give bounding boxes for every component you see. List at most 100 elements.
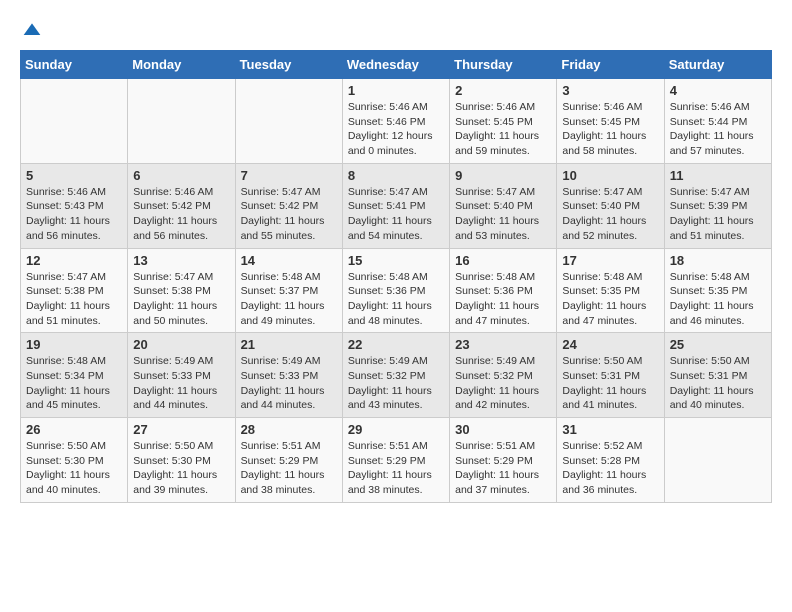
calendar-week-row: 19 Sunrise: 5:48 AM Sunset: 5:34 PM Dayli…: [21, 333, 772, 418]
day-number: 6: [133, 168, 229, 183]
day-number: 5: [26, 168, 122, 183]
calendar-week-row: 12 Sunrise: 5:47 AM Sunset: 5:38 PM Dayli…: [21, 248, 772, 333]
day-header-thursday: Thursday: [450, 51, 557, 79]
calendar-week-row: 5 Sunrise: 5:46 AM Sunset: 5:43 PM Daylig…: [21, 163, 772, 248]
calendar-cell: 16 Sunrise: 5:48 AM Sunset: 5:36 PM Dayli…: [450, 248, 557, 333]
calendar-cell: 13 Sunrise: 5:47 AM Sunset: 5:38 PM Dayli…: [128, 248, 235, 333]
calendar-cell: 9Sunrise: 5:47 AM Sunset: 5:40 PM Daylig…: [450, 163, 557, 248]
day-number: 4: [670, 83, 766, 98]
day-number: 18: [670, 253, 766, 268]
day-info: Sunrise: 5:46 AM Sunset: 5:46 PM Dayligh…: [348, 100, 444, 159]
day-header-saturday: Saturday: [664, 51, 771, 79]
logo-icon: [22, 20, 42, 40]
calendar-cell: 26 Sunrise: 5:50 AM Sunset: 5:30 PM Dayli…: [21, 418, 128, 503]
calendar-cell: [664, 418, 771, 503]
day-number: 21: [241, 337, 337, 352]
calendar-cell: 4 Sunrise: 5:46 AM Sunset: 5:44 PM Daylig…: [664, 79, 771, 164]
day-info: Sunrise: 5:46 AM Sunset: 5:42 PM Dayligh…: [133, 185, 229, 244]
day-info: Sunrise: 5:46 AM Sunset: 5:45 PM Dayligh…: [562, 100, 658, 159]
day-number: 10: [562, 168, 658, 183]
day-info: Sunrise: 5:50 AM Sunset: 5:31 PM Dayligh…: [562, 354, 658, 413]
calendar-cell: 11 Sunrise: 5:47 AM Sunset: 5:39 PM Dayli…: [664, 163, 771, 248]
day-header-monday: Monday: [128, 51, 235, 79]
calendar-table: SundayMondayTuesdayWednesdayThursdayFrid…: [20, 50, 772, 503]
day-header-sunday: Sunday: [21, 51, 128, 79]
day-info: Sunrise: 5:48 AM Sunset: 5:36 PM Dayligh…: [455, 270, 551, 329]
day-number: 8: [348, 168, 444, 183]
day-number: 24: [562, 337, 658, 352]
day-info: Sunrise: 5:50 AM Sunset: 5:31 PM Dayligh…: [670, 354, 766, 413]
calendar-cell: 31 Sunrise: 5:52 AM Sunset: 5:28 PM Dayli…: [557, 418, 664, 503]
day-info: Sunrise: 5:48 AM Sunset: 5:35 PM Dayligh…: [562, 270, 658, 329]
day-info: Sunrise: 5:48 AM Sunset: 5:35 PM Dayligh…: [670, 270, 766, 329]
calendar-cell: 18 Sunrise: 5:48 AM Sunset: 5:35 PM Dayli…: [664, 248, 771, 333]
calendar-cell: 28 Sunrise: 5:51 AM Sunset: 5:29 PM Dayli…: [235, 418, 342, 503]
calendar-cell: 12 Sunrise: 5:47 AM Sunset: 5:38 PM Dayli…: [21, 248, 128, 333]
day-header-friday: Friday: [557, 51, 664, 79]
day-info: Sunrise: 5:46 AM Sunset: 5:45 PM Dayligh…: [455, 100, 551, 159]
day-number: 3: [562, 83, 658, 98]
day-info: Sunrise: 5:49 AM Sunset: 5:32 PM Dayligh…: [348, 354, 444, 413]
calendar-cell: 6 Sunrise: 5:46 AM Sunset: 5:42 PM Daylig…: [128, 163, 235, 248]
calendar-cell: 27Sunrise: 5:50 AM Sunset: 5:30 PM Dayli…: [128, 418, 235, 503]
day-number: 25: [670, 337, 766, 352]
day-info: Sunrise: 5:47 AM Sunset: 5:39 PM Dayligh…: [670, 185, 766, 244]
calendar-cell: 2 Sunrise: 5:46 AM Sunset: 5:45 PM Daylig…: [450, 79, 557, 164]
day-number: 20: [133, 337, 229, 352]
calendar-cell: 3 Sunrise: 5:46 AM Sunset: 5:45 PM Daylig…: [557, 79, 664, 164]
day-number: 28: [241, 422, 337, 437]
day-info: Sunrise: 5:49 AM Sunset: 5:33 PM Dayligh…: [133, 354, 229, 413]
day-number: 23: [455, 337, 551, 352]
day-info: Sunrise: 5:48 AM Sunset: 5:36 PM Dayligh…: [348, 270, 444, 329]
day-info: Sunrise: 5:49 AM Sunset: 5:32 PM Dayligh…: [455, 354, 551, 413]
calendar-cell: [21, 79, 128, 164]
day-info: Sunrise: 5:50 AM Sunset: 5:30 PM Dayligh…: [26, 439, 122, 498]
calendar-cell: [128, 79, 235, 164]
day-info: Sunrise: 5:46 AM Sunset: 5:43 PM Dayligh…: [26, 185, 122, 244]
calendar-week-row: 1 Sunrise: 5:46 AM Sunset: 5:46 PM Daylig…: [21, 79, 772, 164]
day-number: 9: [455, 168, 551, 183]
day-info: Sunrise: 5:47 AM Sunset: 5:40 PM Dayligh…: [562, 185, 658, 244]
calendar-cell: 14 Sunrise: 5:48 AM Sunset: 5:37 PM Dayli…: [235, 248, 342, 333]
calendar-cell: 8Sunrise: 5:47 AM Sunset: 5:41 PM Daylig…: [342, 163, 449, 248]
calendar-cell: 20 Sunrise: 5:49 AM Sunset: 5:33 PM Dayli…: [128, 333, 235, 418]
calendar-cell: 15 Sunrise: 5:48 AM Sunset: 5:36 PM Dayli…: [342, 248, 449, 333]
day-number: 15: [348, 253, 444, 268]
day-number: 1: [348, 83, 444, 98]
logo: [20, 20, 42, 40]
day-number: 19: [26, 337, 122, 352]
day-info: Sunrise: 5:46 AM Sunset: 5:44 PM Dayligh…: [670, 100, 766, 159]
calendar-cell: 24 Sunrise: 5:50 AM Sunset: 5:31 PM Dayli…: [557, 333, 664, 418]
day-header-tuesday: Tuesday: [235, 51, 342, 79]
day-info: Sunrise: 5:48 AM Sunset: 5:34 PM Dayligh…: [26, 354, 122, 413]
calendar-cell: 19 Sunrise: 5:48 AM Sunset: 5:34 PM Dayli…: [21, 333, 128, 418]
calendar-cell: 30Sunrise: 5:51 AM Sunset: 5:29 PM Dayli…: [450, 418, 557, 503]
calendar-cell: 21Sunrise: 5:49 AM Sunset: 5:33 PM Dayli…: [235, 333, 342, 418]
day-info: Sunrise: 5:51 AM Sunset: 5:29 PM Dayligh…: [455, 439, 551, 498]
day-info: Sunrise: 5:47 AM Sunset: 5:38 PM Dayligh…: [26, 270, 122, 329]
day-info: Sunrise: 5:50 AM Sunset: 5:30 PM Dayligh…: [133, 439, 229, 498]
day-number: 13: [133, 253, 229, 268]
day-number: 12: [26, 253, 122, 268]
day-number: 14: [241, 253, 337, 268]
day-number: 26: [26, 422, 122, 437]
page-header: [20, 20, 772, 40]
calendar-cell: 29Sunrise: 5:51 AM Sunset: 5:29 PM Dayli…: [342, 418, 449, 503]
day-number: 22: [348, 337, 444, 352]
calendar-cell: [235, 79, 342, 164]
day-info: Sunrise: 5:52 AM Sunset: 5:28 PM Dayligh…: [562, 439, 658, 498]
calendar-cell: 22 Sunrise: 5:49 AM Sunset: 5:32 PM Dayli…: [342, 333, 449, 418]
calendar-cell: 1 Sunrise: 5:46 AM Sunset: 5:46 PM Daylig…: [342, 79, 449, 164]
day-number: 31: [562, 422, 658, 437]
day-number: 2: [455, 83, 551, 98]
day-header-wednesday: Wednesday: [342, 51, 449, 79]
calendar-cell: 17Sunrise: 5:48 AM Sunset: 5:35 PM Dayli…: [557, 248, 664, 333]
day-number: 11: [670, 168, 766, 183]
day-info: Sunrise: 5:47 AM Sunset: 5:42 PM Dayligh…: [241, 185, 337, 244]
calendar-cell: 25 Sunrise: 5:50 AM Sunset: 5:31 PM Dayli…: [664, 333, 771, 418]
day-info: Sunrise: 5:47 AM Sunset: 5:38 PM Dayligh…: [133, 270, 229, 329]
calendar-header-row: SundayMondayTuesdayWednesdayThursdayFrid…: [21, 51, 772, 79]
day-number: 16: [455, 253, 551, 268]
day-info: Sunrise: 5:48 AM Sunset: 5:37 PM Dayligh…: [241, 270, 337, 329]
day-info: Sunrise: 5:51 AM Sunset: 5:29 PM Dayligh…: [241, 439, 337, 498]
